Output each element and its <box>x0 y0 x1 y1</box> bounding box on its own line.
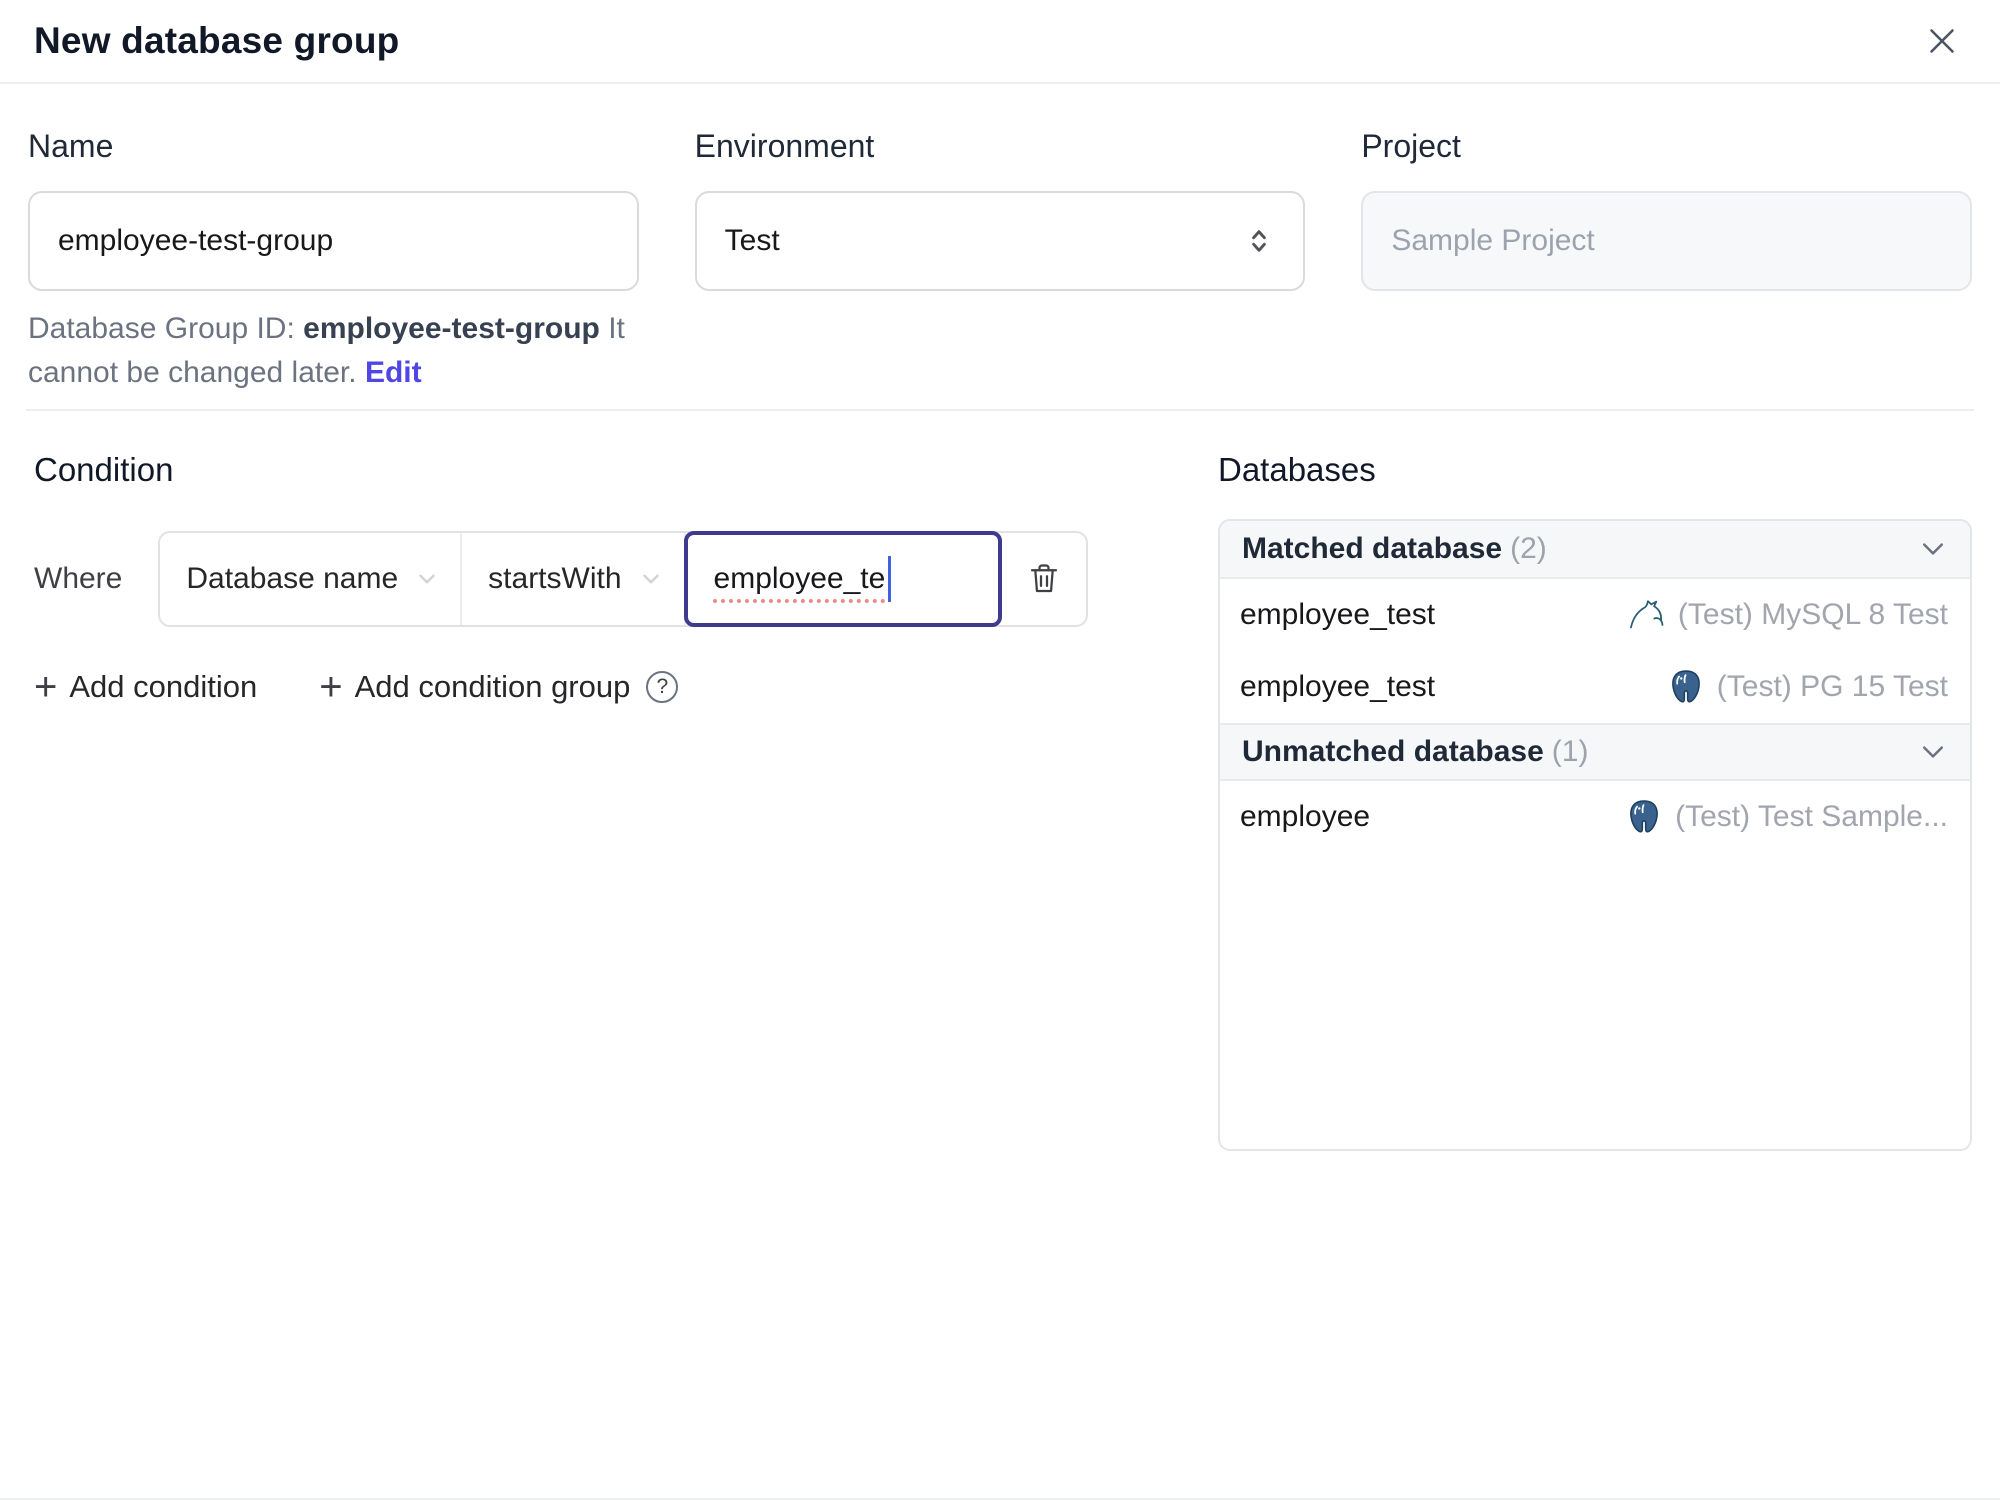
databases-section: Databases Matched database (2) employee_t… <box>1218 451 1972 1151</box>
database-name: employee <box>1240 800 1371 833</box>
trash-icon <box>1030 564 1057 593</box>
name-label: Name <box>28 128 114 164</box>
add-condition-group-label: Add condition group <box>354 669 631 704</box>
postgresql-icon <box>1630 800 1658 833</box>
help-icon[interactable]: ? <box>646 671 679 703</box>
matched-database-title-wrap: Matched database (2) <box>1242 532 1547 566</box>
new-database-group-dialog: New database group Name Database Group I… <box>0 0 2000 1500</box>
name-field-group: Name Database Group ID: employee-test-gr… <box>28 128 639 395</box>
condition-row: Where Database name startsWith employee_… <box>34 531 1218 627</box>
name-input[interactable] <box>28 191 639 291</box>
database-row[interactable]: employee_test (Test) MySQL 8 Test <box>1220 579 1970 651</box>
chevron-down-icon <box>419 574 435 584</box>
group-id-value: employee-test-group <box>303 312 600 345</box>
database-name: employee_test <box>1240 670 1436 703</box>
dialog-header: New database group <box>0 0 2000 84</box>
matched-database-count: (2) <box>1510 532 1547 565</box>
environment-value: Test <box>724 224 780 257</box>
unmatched-database-count: (1) <box>1551 735 1589 768</box>
add-condition-group-button[interactable]: + Add condition group ? <box>319 665 679 709</box>
where-label: Where <box>34 562 123 595</box>
add-condition-label: Add condition <box>69 669 258 704</box>
database-row[interactable]: employee (Test) Test Sample... <box>1220 781 1970 853</box>
matched-database-title: Matched database <box>1242 532 1503 565</box>
form-row: Name Database Group ID: employee-test-gr… <box>0 128 2000 395</box>
database-instance: (Test) Test Sample... <box>1625 798 1948 836</box>
condition-group: Database name startsWith employee_te <box>158 531 1088 627</box>
matched-database-header[interactable]: Matched database (2) <box>1220 521 1970 579</box>
group-id-helper: Database Group ID: employee-test-group I… <box>28 307 639 395</box>
condition-value-input[interactable]: employee_te <box>683 531 1002 627</box>
unmatched-database-header[interactable]: Unmatched database (1) <box>1220 723 1970 781</box>
section-divider <box>26 409 1974 411</box>
add-buttons-row: + Add condition + Add condition group ? <box>34 665 1218 709</box>
database-row[interactable]: employee_test (Test) PG 15 Test <box>1220 651 1970 723</box>
unmatched-database-title-wrap: Unmatched database (1) <box>1242 735 1588 769</box>
condition-value-text: employee_te <box>713 562 886 595</box>
project-label: Project <box>1361 128 1461 164</box>
environment-label: Environment <box>694 128 875 164</box>
plus-icon: + <box>34 665 58 709</box>
databases-heading: Databases <box>1218 451 1376 488</box>
condition-heading: Condition <box>34 451 174 488</box>
database-name: employee_test <box>1240 598 1436 631</box>
chevron-down-icon <box>1923 543 1943 555</box>
close-button[interactable] <box>1918 17 1966 65</box>
condition-field-select[interactable]: Database name <box>160 533 463 625</box>
chevron-down-icon <box>642 574 659 584</box>
instance-label: (Test) Test Sample... <box>1675 800 1948 833</box>
instance-label: (Test) MySQL 8 Test <box>1677 598 1948 631</box>
condition-operator-value: startsWith <box>488 562 622 595</box>
database-instance: (Test) MySQL 8 Test <box>1628 596 1948 634</box>
environment-select[interactable]: Test <box>694 191 1306 291</box>
condition-section: Condition Where Database name startsWith… <box>28 451 1218 709</box>
postgresql-icon <box>1671 670 1700 703</box>
instance-label: (Test) PG 15 Test <box>1716 670 1948 703</box>
unmatched-database-title: Unmatched database <box>1242 735 1544 768</box>
text-caret <box>888 556 892 602</box>
condition-operator-select[interactable]: startsWith <box>462 533 686 625</box>
mysql-icon <box>1630 600 1664 629</box>
page-title: New database group <box>34 20 400 61</box>
add-condition-button[interactable]: + Add condition <box>34 665 258 709</box>
condition-field-value: Database name <box>186 562 399 595</box>
plus-icon: + <box>319 665 343 709</box>
chevron-expand-icon <box>1252 230 1267 252</box>
database-instance: (Test) PG 15 Test <box>1667 668 1948 706</box>
close-icon <box>1930 29 1954 53</box>
project-field-group: Project <box>1361 128 1972 395</box>
environment-field-group: Environment Test <box>694 128 1306 395</box>
databases-panel: Matched database (2) employee_test (Test)… <box>1218 519 1972 1151</box>
delete-condition-button[interactable] <box>1002 533 1086 625</box>
group-id-prefix: Database Group ID: <box>28 312 304 345</box>
edit-group-id-link[interactable]: Edit <box>365 356 422 389</box>
chevron-down-icon <box>1923 746 1943 758</box>
project-input <box>1361 191 1972 291</box>
main-area: Condition Where Database name startsWith… <box>0 451 2000 1151</box>
